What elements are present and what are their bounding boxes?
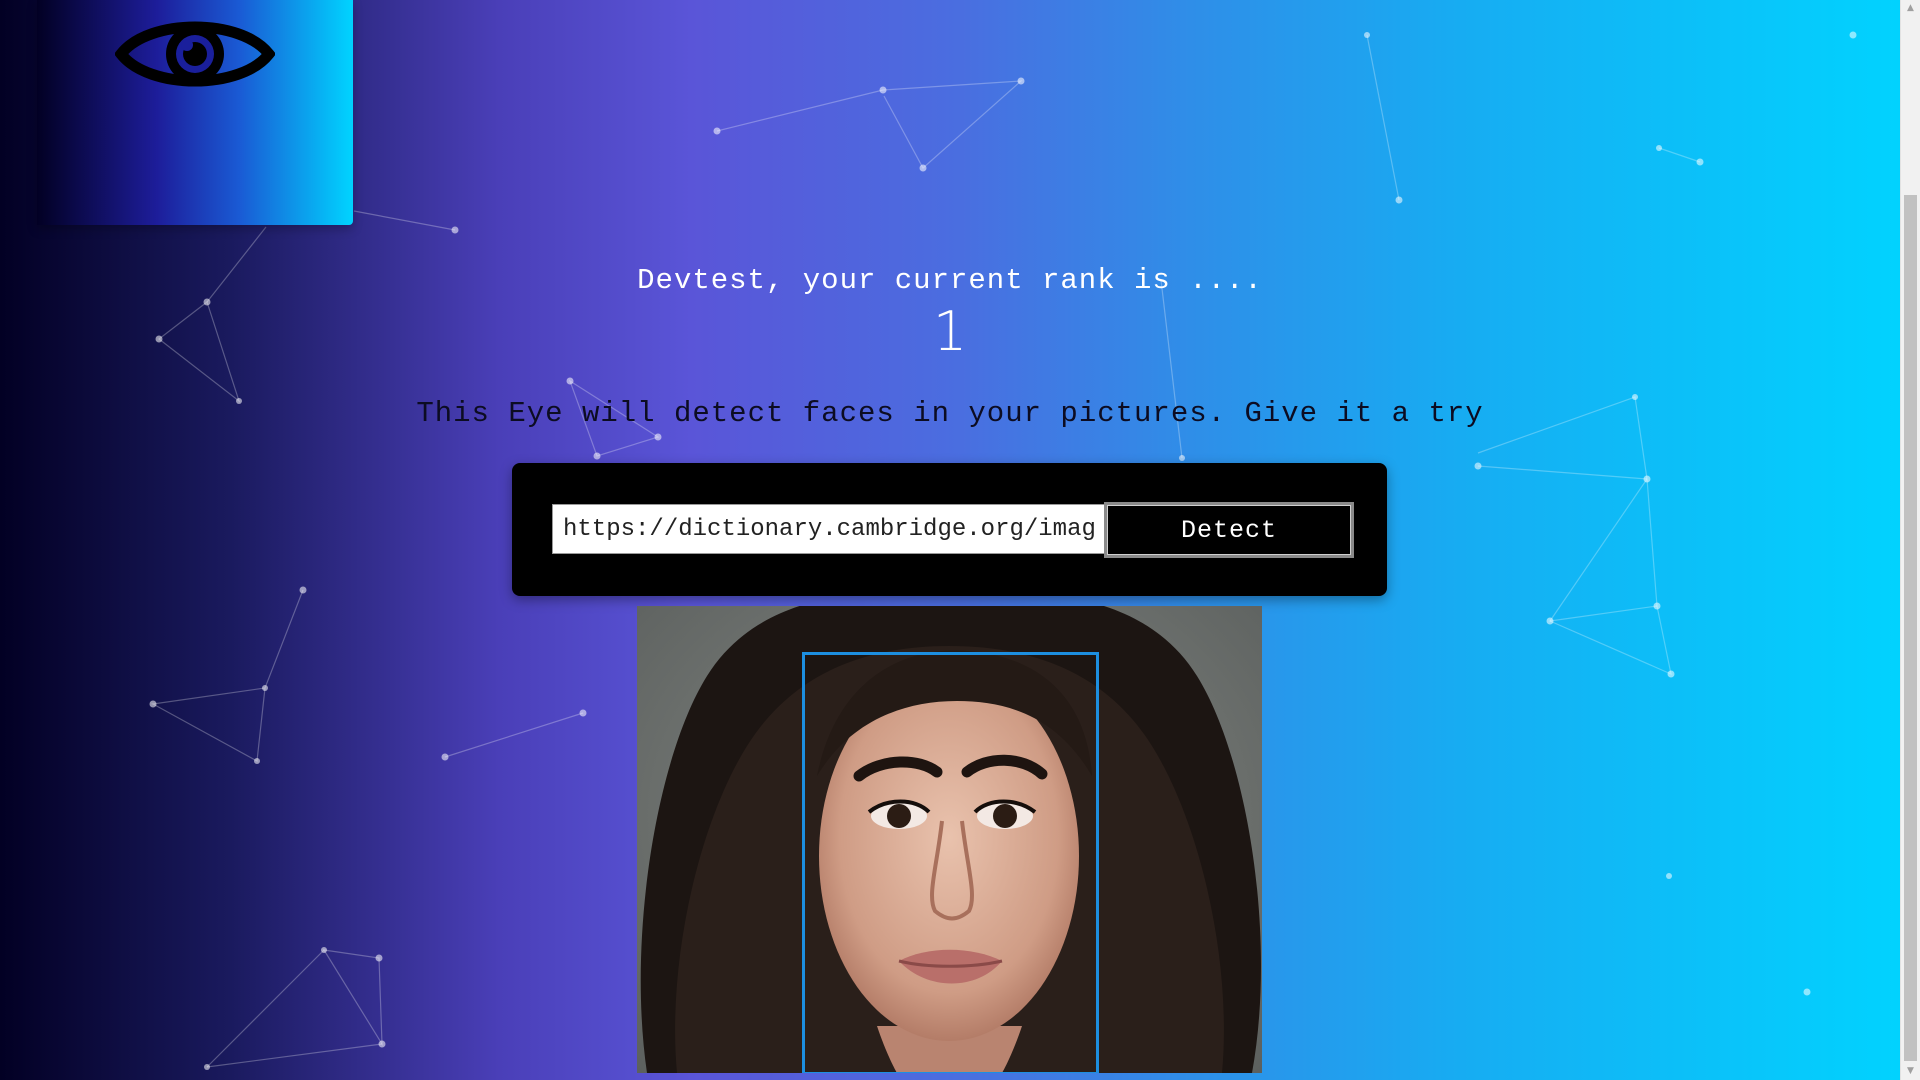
tagline: This Eye will detect faces in your pictu… — [416, 397, 1484, 430]
triangle-down-icon[interactable]: ▼ — [1901, 1063, 1920, 1080]
detect-form: Detect — [512, 463, 1387, 596]
detect-button[interactable]: Detect — [1104, 502, 1354, 558]
image-url-input[interactable] — [552, 504, 1106, 554]
rank-message: Devtest, your current rank is .... — [637, 264, 1263, 297]
scrollbar[interactable]: ▲ ▼ — [1900, 0, 1920, 1080]
rank-value: 1 — [932, 300, 968, 363]
face-photo — [637, 606, 1262, 1073]
eye-icon — [115, 21, 275, 87]
triangle-up-icon[interactable]: ▲ — [1901, 0, 1920, 17]
logo-panel — [37, 0, 353, 225]
detected-face-box — [802, 652, 1099, 1073]
scrollbar-thumb[interactable] — [1904, 195, 1917, 1061]
